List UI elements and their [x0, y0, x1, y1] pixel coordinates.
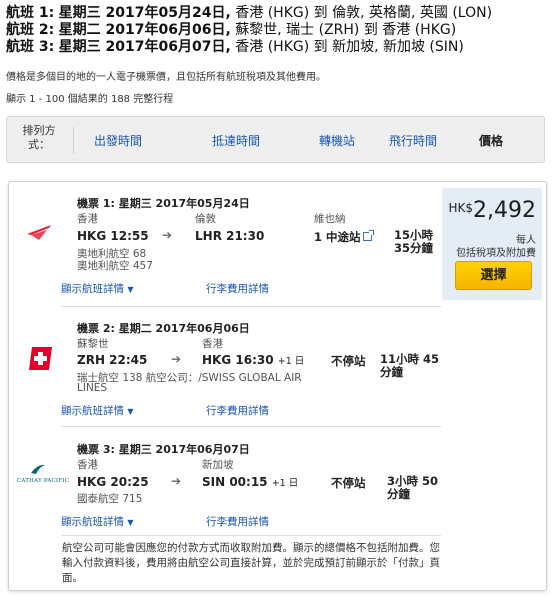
itinerary-line-2: 航班 2: 星期二 2017年06月06日, 蘇黎世, 瑞士 (ZRH) 到 香… [6, 22, 456, 39]
leg-1-origin-city: 香港 [77, 213, 98, 225]
leg-2-departure: ZRH 22:45 [77, 353, 148, 367]
sort-label: 排列方式： [22, 124, 56, 151]
itinerary-1-route: 香港 (HKG) 到 倫敦, 英格蘭, 英國 (LON) [235, 5, 493, 21]
arrow-right-icon: ➔ [162, 228, 173, 242]
select-button[interactable]: 選擇 [455, 261, 532, 290]
leg-2-title: 機票 2: 星期二 2017年06月06日 [77, 322, 250, 335]
leg-3-origin-city: 香港 [77, 459, 98, 471]
leg-2-stops: 不停站 [331, 354, 366, 368]
leg-1-details-text: 顯示航班詳情 [61, 283, 124, 295]
leg-3-departure: HKG 20:25 [77, 475, 149, 489]
sort-divider [73, 127, 74, 154]
popup-icon[interactable] [362, 230, 374, 241]
result-card: HK$2,492 每人 包括稅項及附加費 選擇 機票 1: 星期三 2017年0… [8, 181, 547, 591]
leg-2-arrival: HKG 16:30 +1 日 [202, 353, 304, 367]
chevron-down-icon: ▼ [127, 285, 134, 294]
leg-2-baggage-link[interactable]: 行李費用詳情 [206, 403, 269, 418]
itinerary-3-route: 香港 (HKG) 到 新加坡, 新加坡 (SIN) [235, 39, 464, 55]
leg-divider [61, 306, 441, 307]
sort-flight-time[interactable]: 飛行時間 [389, 132, 437, 149]
leg-3-dest-city: 新加坡 [202, 459, 234, 471]
itinerary-3-date: 星期三 2017年06月07日, [58, 39, 231, 55]
leg-2-details-text: 顯示航班詳情 [61, 405, 124, 417]
leg-3-baggage-link[interactable]: 行李費用詳情 [206, 514, 269, 529]
leg-1-baggage-link[interactable]: 行李費用詳情 [206, 281, 269, 296]
leg-3-title: 機票 3: 星期三 2017年06月07日 [77, 443, 250, 456]
leg-3-stops: 不停站 [331, 476, 366, 490]
leg-3-details-text: 顯示航班詳情 [61, 516, 124, 528]
surcharge-fineprint: 航空公司可能會因應您的付款方式而收取附加費。顯示的總價格不包括附加費。您輸入付款… [62, 542, 440, 584]
leg-1-duration: 15小時 35分鐘 [394, 228, 434, 255]
price-amount: HK$2,492 [448, 198, 536, 223]
leg-2-carrier-2: LINES [77, 382, 108, 394]
leg-1-departure: HKG 12:55 [77, 229, 149, 243]
leg-3-arrival: SIN 00:15 +1 日 [202, 475, 298, 489]
leg-2-dayplus: +1 日 [277, 356, 305, 367]
leg-divider [61, 535, 441, 536]
austrian-logo [27, 225, 51, 240]
leg-1-stops-text: 1 中途站 [314, 230, 361, 244]
leg-2-carrier-1: 瑞士航空 138 航空公司：/SWISS GLOBAL AIR [77, 372, 302, 384]
sort-arrival-time[interactable]: 抵達時間 [212, 132, 260, 149]
leg-2-duration: 11小時 45分鐘 [380, 352, 440, 379]
leg-1-details-link[interactable]: 顯示航班詳情 ▼ [61, 281, 134, 296]
cathay-pacific-logo: CATHAY PACIFIC [17, 463, 70, 484]
itinerary-2-date: 星期二 2017年06月06日, [58, 22, 231, 38]
leg-1-title: 機票 1: 星期三 2017年05月24日 [77, 197, 250, 210]
price-currency: HK$ [448, 201, 474, 215]
leg-1-carrier-2: 奧地利航空 457 [77, 260, 153, 272]
itinerary-line-3: 航班 3: 星期三 2017年06月07日, 香港 (HKG) 到 新加坡, 新… [6, 39, 464, 56]
leg-3-details-link[interactable]: 顯示航班詳情 ▼ [61, 514, 134, 529]
arrow-right-icon: ➔ [171, 352, 182, 366]
leg-1-via: 維也納 [314, 213, 346, 225]
arrow-right-icon: ➔ [171, 474, 182, 488]
chevron-down-icon: ▼ [127, 407, 134, 416]
price-note: 價格是多個目的地的一人電子機票價，且包括所有航班稅項及其他費用。 [6, 72, 326, 83]
itinerary-2-route: 蘇黎世, 瑞士 (ZRH) 到 香港 (HKG) [235, 22, 457, 38]
itinerary-1-date: 星期三 2017年05月24日, [58, 5, 231, 21]
sort-departure-time[interactable]: 出發時間 [94, 132, 142, 149]
price-value: 2,492 [473, 198, 536, 223]
sort-bar: 排列方式： 出發時間 抵達時間 轉機站 飛行時間 價格 [6, 116, 545, 163]
itinerary-2-label: 航班 2: [6, 22, 55, 38]
leg-divider [61, 426, 441, 427]
price-includes: 包括稅項及附加費 [456, 248, 536, 259]
price-panel: HK$2,492 每人 包括稅項及附加費 選擇 [442, 188, 542, 300]
itinerary-line-1: 航班 1: 星期三 2017年05月24日, 香港 (HKG) 到 倫敦, 英格… [6, 5, 492, 22]
cathay-logo-text: CATHAY PACIFIC [17, 478, 70, 484]
results-count: 顯示 1 - 100 個結果的 188 完整行程 [6, 94, 174, 105]
leg-2-details-link[interactable]: 顯示航班詳情 ▼ [61, 403, 134, 418]
leg-1-stops[interactable]: 1 中途站 [314, 229, 374, 245]
sort-price-active[interactable]: 價格 [479, 132, 503, 149]
leg-3-arrival-text: SIN 00:15 [202, 475, 268, 489]
leg-3-duration: 3小時 50分鐘 [387, 474, 439, 501]
cathay-brushwing-icon [31, 464, 45, 474]
itinerary-3-label: 航班 3: [6, 39, 55, 55]
sort-connection[interactable]: 轉機站 [319, 132, 355, 149]
leg-2-dest-city: 香港 [202, 338, 223, 350]
leg-1-dest-city: 倫敦 [195, 213, 216, 225]
itinerary-1-label: 航班 1: [6, 5, 55, 21]
chevron-down-icon: ▼ [127, 518, 134, 527]
leg-2-arrival-text: HKG 16:30 [202, 353, 274, 367]
leg-1-arrival: LHR 21:30 [195, 229, 265, 243]
leg-3-carrier-1: 國泰航空 715 [77, 493, 143, 505]
swiss-logo [29, 347, 52, 370]
leg-3-dayplus: +1 日 [271, 478, 299, 489]
leg-2-origin-city: 蘇黎世 [77, 338, 109, 350]
